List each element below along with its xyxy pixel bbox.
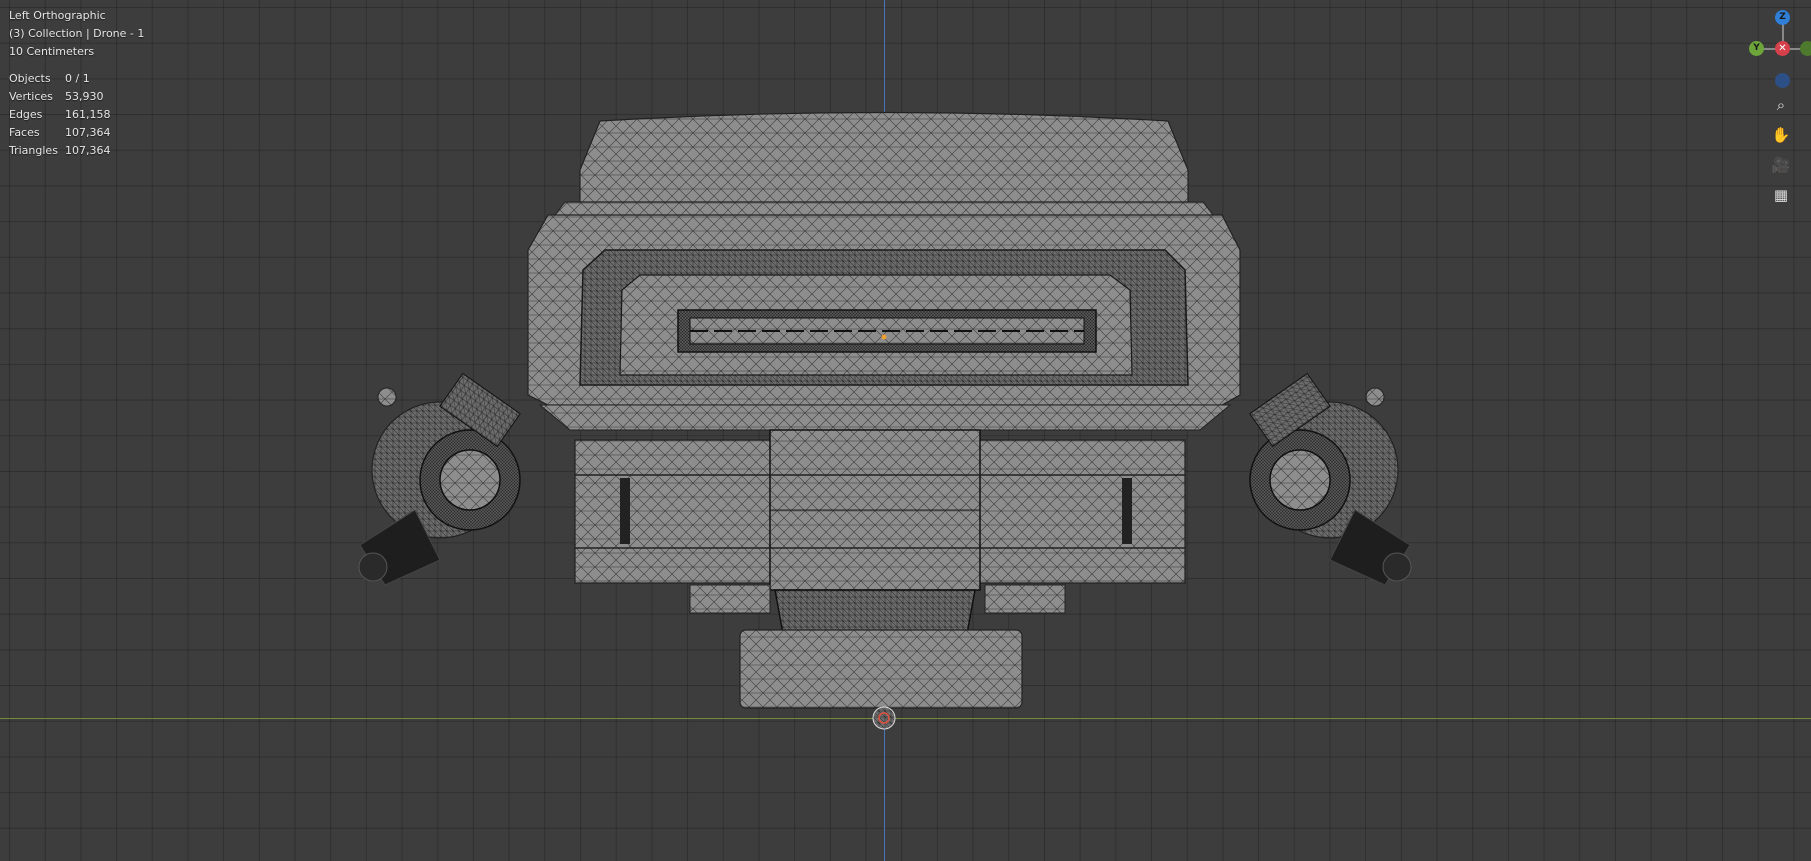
stat-label: Vertices bbox=[9, 90, 53, 103]
stat-value: 161,158 bbox=[65, 108, 111, 121]
left-thruster bbox=[358, 372, 521, 586]
viewport-info: Left Orthographic (3) Collection | Drone… bbox=[9, 7, 144, 61]
collection-info: (3) Collection | Drone - 1 bbox=[9, 27, 145, 40]
stat-value: 0 / 1 bbox=[65, 72, 90, 85]
stat-label: Triangles bbox=[9, 144, 58, 157]
pan-hand-icon[interactable]: ✋ bbox=[1768, 122, 1794, 148]
navigation-gizmo[interactable]: Z Y ✕ bbox=[1740, 5, 1811, 90]
stat-label: Faces bbox=[9, 126, 40, 139]
gizmo-y-axis[interactable]: Y bbox=[1749, 41, 1764, 56]
gizmo-neg-z-axis[interactable] bbox=[1775, 73, 1790, 88]
stat-objects: Objects 0 / 1 bbox=[9, 70, 111, 88]
bottom-cylinder bbox=[739, 589, 1023, 730]
gizmo-x-axis[interactable]: ✕ bbox=[1775, 41, 1790, 56]
navigation-tools: ⌕ ✋ 🎥 ▦ bbox=[1768, 92, 1798, 212]
right-thruster bbox=[1249, 372, 1412, 586]
3d-viewport[interactable]: Left Orthographic (3) Collection | Drone… bbox=[0, 0, 1811, 861]
stat-value: 107,364 bbox=[65, 126, 111, 139]
stat-label: Edges bbox=[9, 108, 43, 121]
stat-triangles: Triangles 107,364 bbox=[9, 142, 111, 160]
view-name: Left Orthographic bbox=[9, 9, 106, 22]
object-origin bbox=[881, 334, 887, 340]
body-lower bbox=[574, 429, 1186, 614]
zoom-icon[interactable]: ⌕ bbox=[1768, 92, 1794, 118]
body-main bbox=[527, 214, 1241, 406]
stat-value: 53,930 bbox=[65, 90, 104, 103]
stat-label: Objects bbox=[9, 72, 51, 85]
gizmo-z-axis[interactable]: Z bbox=[1775, 10, 1790, 25]
stat-value: 107,364 bbox=[65, 144, 111, 157]
gizmo-neg-y-axis[interactable] bbox=[1800, 41, 1811, 56]
grid-ortho-icon[interactable]: ▦ bbox=[1768, 182, 1794, 208]
stat-edges: Edges 161,158 bbox=[9, 106, 111, 124]
drone-mesh[interactable] bbox=[0, 0, 1811, 861]
stat-vertices: Vertices 53,930 bbox=[9, 88, 111, 106]
dome-top bbox=[553, 111, 1215, 216]
stat-faces: Faces 107,364 bbox=[9, 124, 111, 142]
scene-statistics: Objects 0 / 1 Vertices 53,930 Edges 161,… bbox=[9, 70, 111, 160]
grid-scale: 10 Centimeters bbox=[9, 45, 95, 58]
camera-icon[interactable]: 🎥 bbox=[1768, 152, 1794, 178]
